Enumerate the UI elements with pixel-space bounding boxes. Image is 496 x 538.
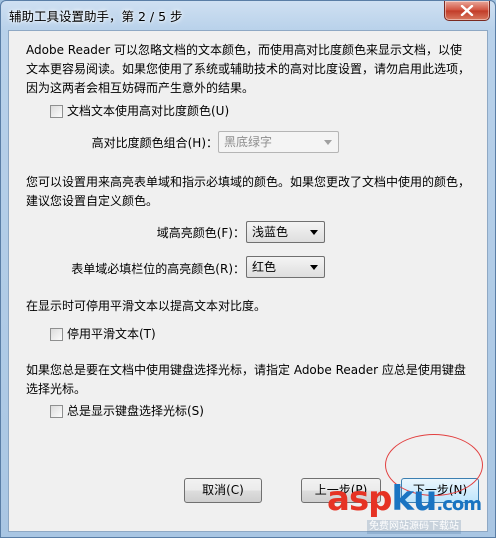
wizard-content: Adobe Reader 可以忽略文档的文本颜色，而使用高对比度颜色来显示文档，…: [8, 30, 488, 532]
keyboard-text: 如果您总是要在文档中使用键盘选择光标，请指定 Adobe Reader 应总是使…: [26, 363, 466, 396]
high-contrast-checkbox[interactable]: 文档文本使用高对比度颜色(U): [50, 103, 300, 119]
smooth-text-checkbox[interactable]: 停用平滑文本(T): [50, 326, 250, 342]
field-highlight-label: 域高亮颜色(F)：: [156, 226, 245, 240]
field-text: 您可以设置用来高亮表单域和指示必填域的颜色。如果您更改了文档中使用的颜色，建议您…: [26, 175, 471, 208]
color-combo-select[interactable]: 黑底绿字: [218, 131, 339, 153]
watermark-tagline: 免费网站源码下载站: [367, 520, 461, 534]
field-highlight-value: 浅蓝色: [252, 225, 289, 239]
high-contrast-label: 文档文本使用高对比度颜色(U): [67, 104, 230, 118]
dialog-window: 辅助工具设置助手，第 2 / 5 步 Adobe Reader 可以忽略文档的文…: [0, 0, 496, 538]
required-highlight-value: 红色: [252, 260, 277, 274]
field-highlight-select[interactable]: 浅蓝色: [246, 221, 325, 243]
close-icon: [460, 5, 474, 16]
watermark-logo: aspku.com 免费网站源码下载站: [327, 479, 493, 537]
color-combo-label: 高对比度颜色组合(H)：: [91, 136, 218, 150]
intro-text: Adobe Reader 可以忽略文档的文本颜色，而使用高对比度颜色来显示文档，…: [26, 43, 471, 95]
watermark-brand: aspku.com: [327, 479, 482, 525]
window-title: 辅助工具设置助手，第 2 / 5 步: [9, 9, 183, 24]
checkbox-box[interactable]: [50, 328, 63, 341]
checkbox-box[interactable]: [50, 405, 63, 418]
watermark-brand-b: ku: [391, 479, 438, 519]
checkbox-box[interactable]: [50, 105, 63, 118]
title-bar[interactable]: 辅助工具设置助手，第 2 / 5 步: [1, 1, 495, 29]
keyboard-cursor-checkbox[interactable]: 总是显示键盘选择光标(S): [50, 403, 270, 419]
cancel-button[interactable]: 取消(C): [184, 478, 262, 503]
required-highlight-select[interactable]: 红色: [246, 256, 325, 278]
keyboard-cursor-label: 总是显示键盘选择光标(S): [67, 404, 204, 418]
chevron-down-icon: [310, 230, 318, 235]
watermark-brand-a: asp: [327, 479, 393, 519]
chevron-down-icon: [324, 140, 332, 145]
smooth-text-label: 停用平滑文本(T): [67, 327, 156, 341]
smooth-text: 在显示时可停用平滑文本以提高文本对比度。: [26, 299, 267, 313]
color-combo-value: 黑底绿字: [224, 135, 273, 149]
close-button[interactable]: [444, 1, 490, 21]
chevron-down-icon: [310, 265, 318, 270]
watermark-brand-c: .com: [436, 494, 482, 515]
required-highlight-label: 表单域必填栏位的高亮颜色(R)：: [71, 262, 245, 276]
